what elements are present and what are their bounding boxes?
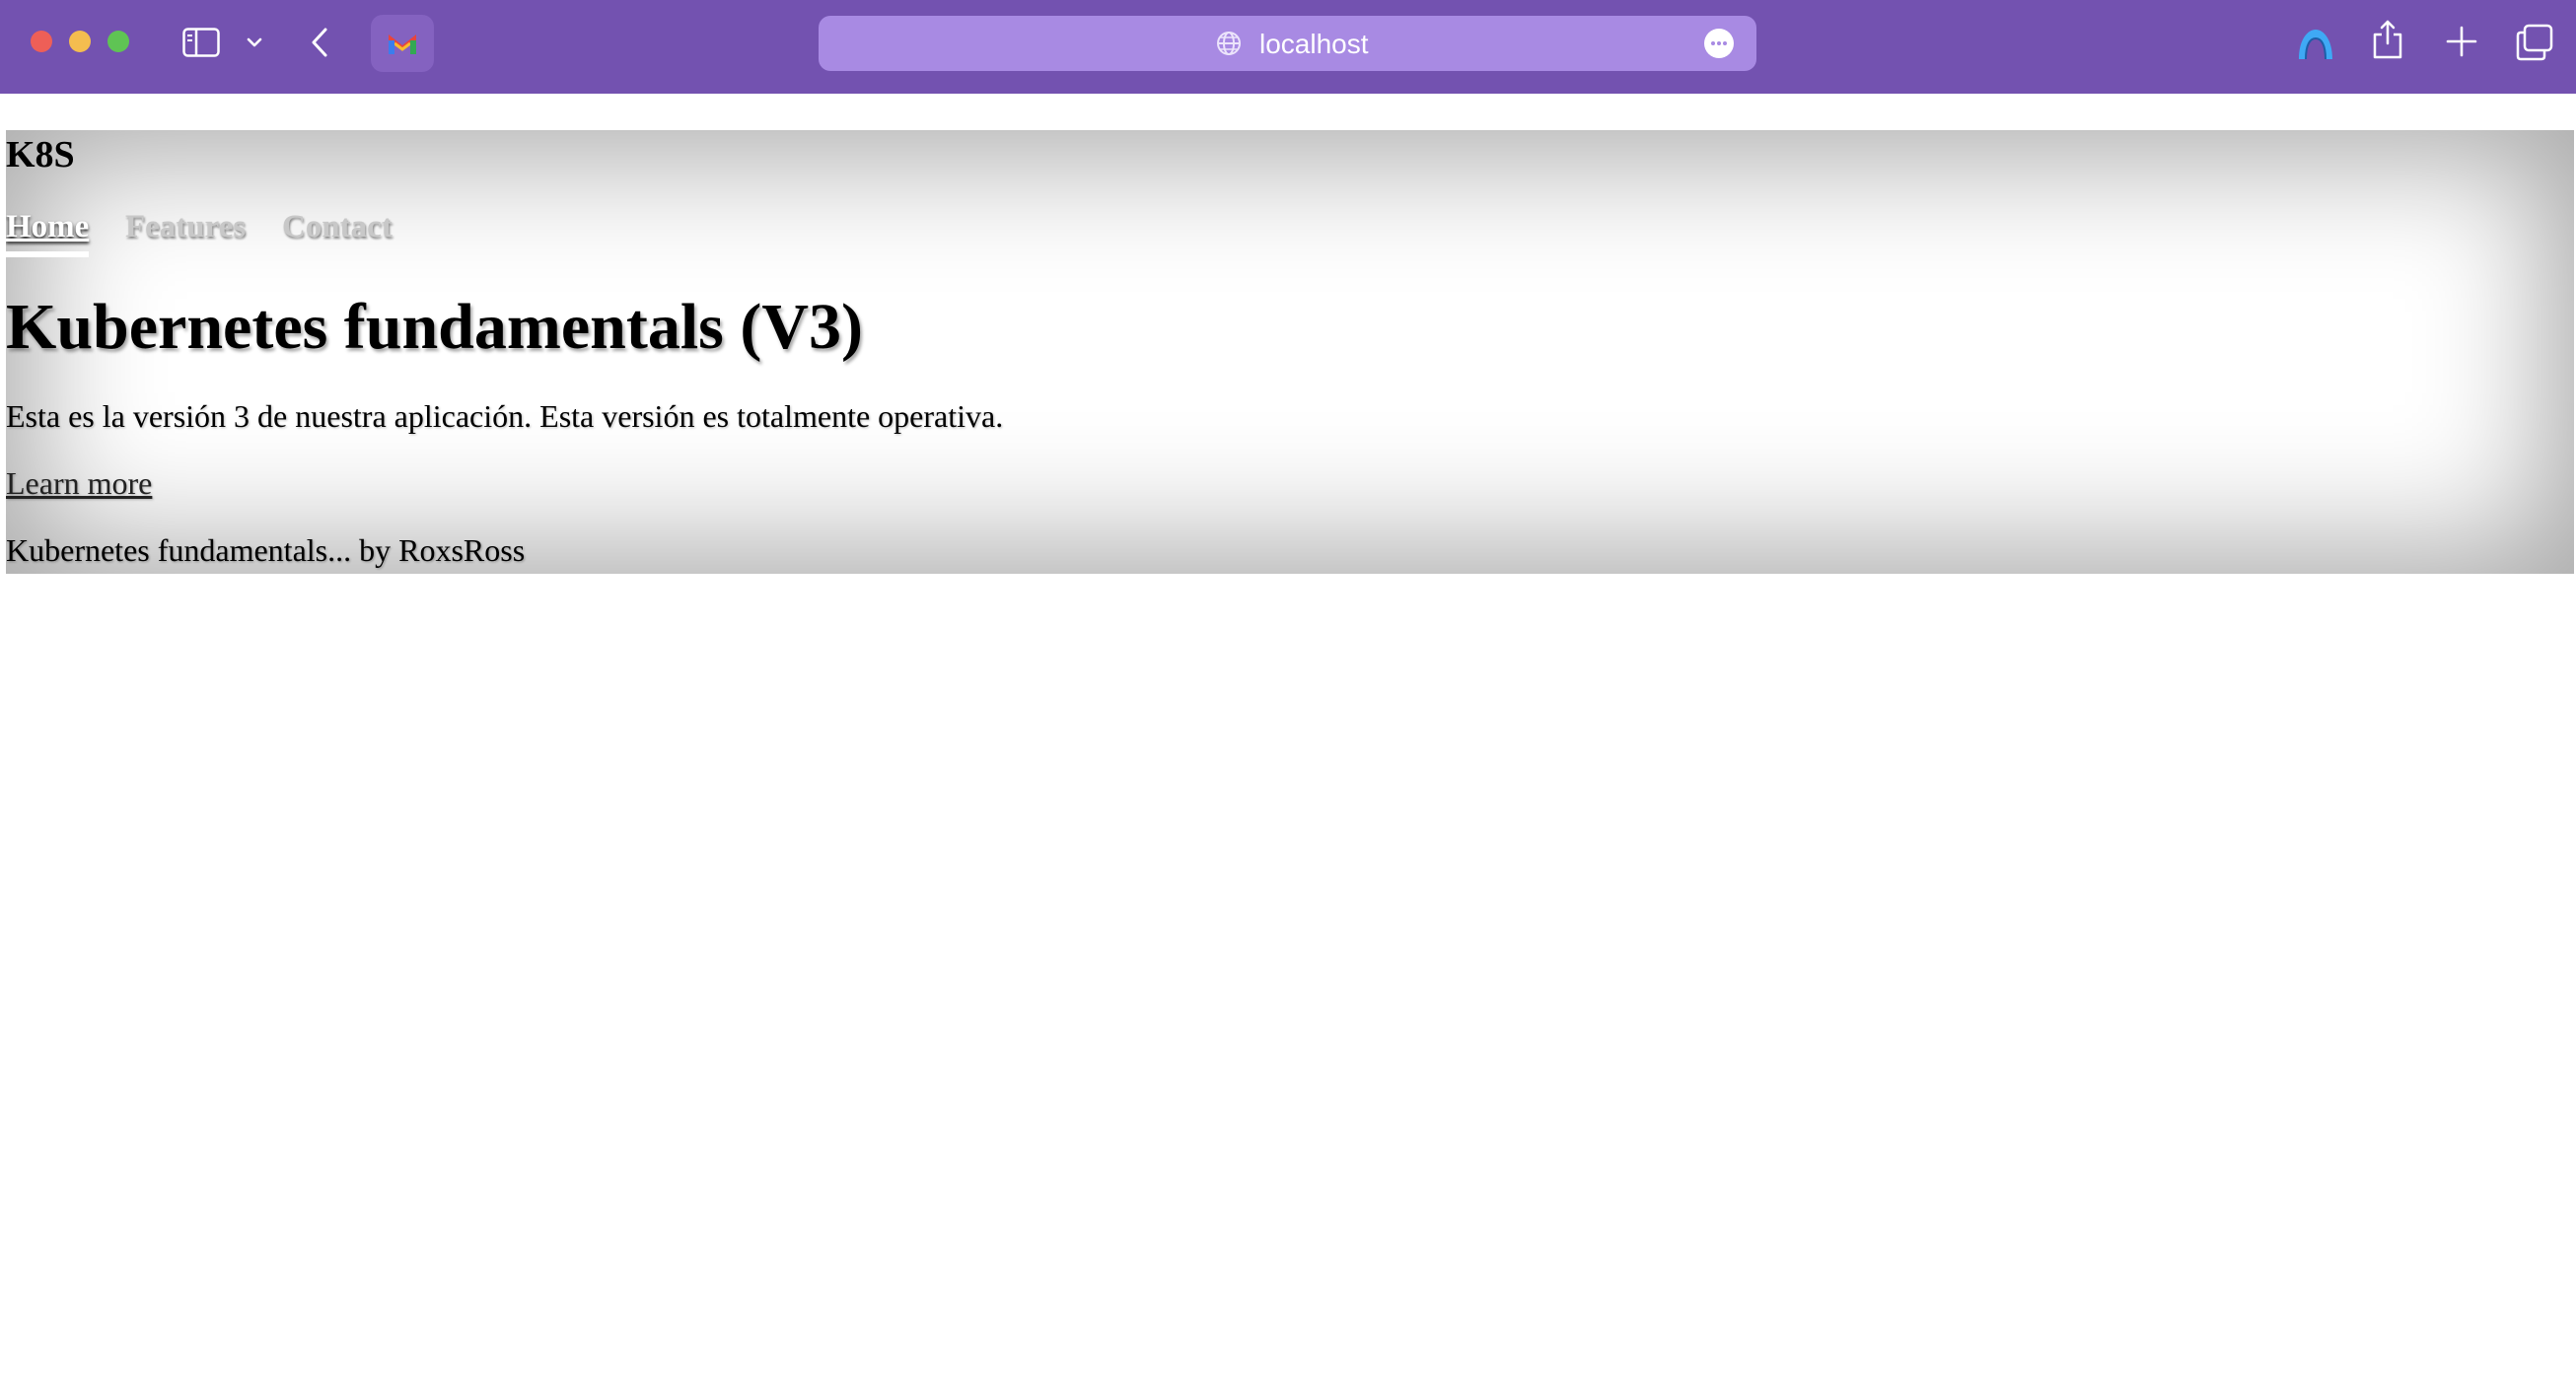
back-arrow-icon[interactable] xyxy=(308,26,333,59)
browser-toolbar: localhost xyxy=(0,0,2576,94)
tab-overview-icon[interactable] xyxy=(2515,24,2554,61)
extension-icon[interactable] xyxy=(371,15,434,72)
plus-icon[interactable] xyxy=(2444,24,2479,59)
minimize-window-button[interactable] xyxy=(69,31,91,52)
page-title: Kubernetes fundamentals (V3) xyxy=(6,291,863,363)
nav-features-link[interactable]: Features xyxy=(125,209,246,245)
zoom-window-button[interactable] xyxy=(107,31,129,52)
url-text[interactable]: localhost xyxy=(1259,29,1369,60)
site-logo: K8S xyxy=(6,134,75,175)
nav-contact-link[interactable]: Contact xyxy=(282,209,393,245)
learn-more-link[interactable]: Learn more xyxy=(6,465,152,502)
share-icon[interactable] xyxy=(2371,18,2404,61)
address-bar[interactable]: localhost xyxy=(819,16,1756,71)
hero-section: K8S Home Features Contact Kubernetes fun… xyxy=(6,130,2574,574)
footer-text: Kubernetes fundamentals... by RoxsRoss xyxy=(6,532,526,568)
sidebar-icon[interactable] xyxy=(182,28,220,57)
lead-text: Esta es la versión 3 de nuestra aplicaci… xyxy=(6,398,1004,434)
globe-icon xyxy=(1216,31,1242,56)
profile-icon[interactable] xyxy=(2296,26,2335,61)
close-window-button[interactable] xyxy=(31,31,52,52)
chevron-down-icon[interactable] xyxy=(245,33,264,52)
nav-home-link[interactable]: Home xyxy=(6,209,90,257)
more-options-icon[interactable] xyxy=(1704,29,1734,58)
